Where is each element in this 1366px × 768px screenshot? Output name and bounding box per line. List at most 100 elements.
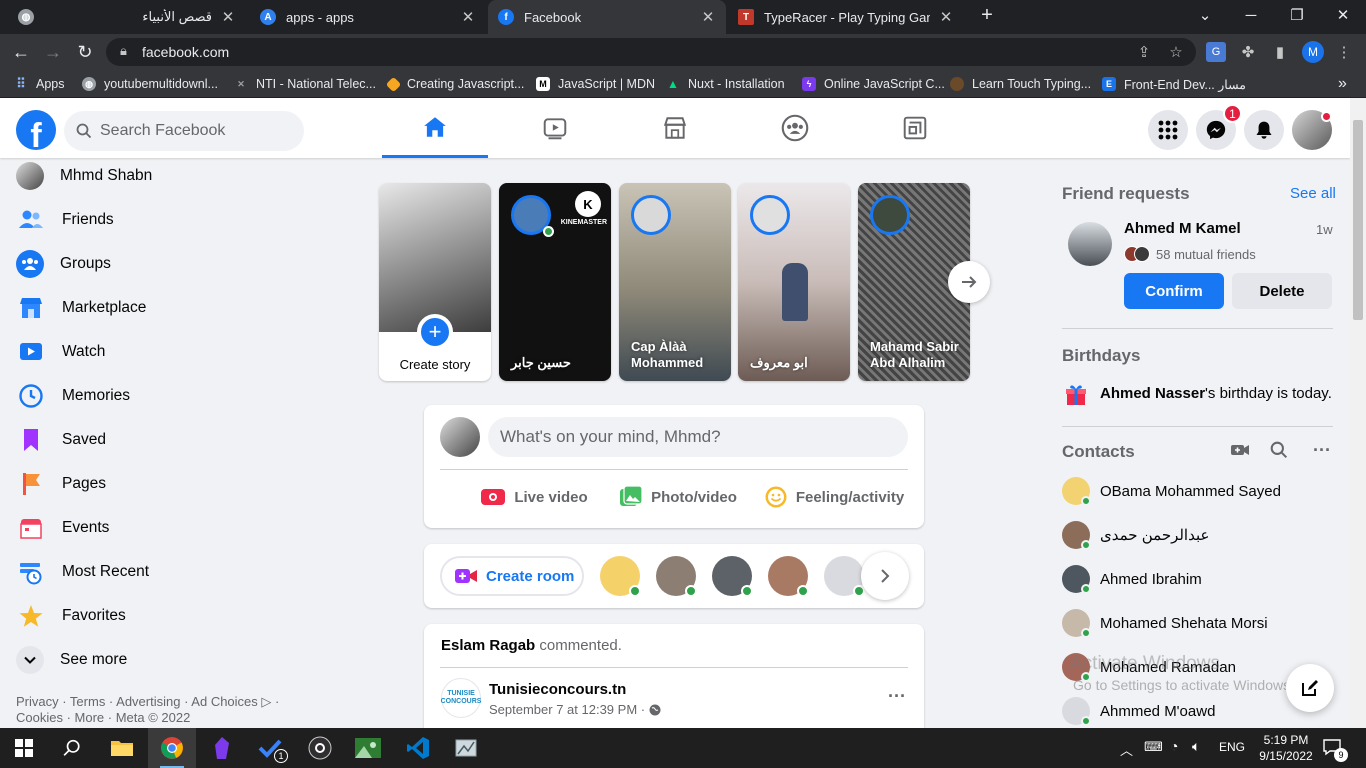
notifications-button[interactable]: [1244, 110, 1284, 150]
page-scrollbar[interactable]: [1350, 98, 1366, 728]
messenger-button[interactable]: 1: [1196, 104, 1242, 150]
sidebar-item-marketplace[interactable]: Marketplace: [8, 286, 348, 330]
page-logo[interactable]: TUNISIE CONCOURS: [441, 678, 481, 718]
contact-item[interactable]: OBama Mohammed Sayed: [1062, 471, 1342, 511]
tab-qisas[interactable]: ◍ قصص الأنبياء ✕: [8, 0, 246, 34]
contact-item[interactable]: عبدالرحمن حمدى: [1062, 515, 1342, 555]
input-method-icon[interactable]: ⌨: [1144, 739, 1163, 755]
todo-taskbar-button[interactable]: 1: [246, 728, 294, 768]
bookmark-youtubemultidownloader[interactable]: ◍ youtubemultidownl...: [82, 75, 218, 93]
create-story-card[interactable]: + Create story: [379, 183, 491, 381]
sidebar-item-groups[interactable]: Groups: [8, 242, 348, 286]
obsidian-taskbar-button[interactable]: [198, 728, 246, 768]
sidebar-item-see-more[interactable]: See more: [8, 638, 348, 682]
clock[interactable]: 5:19 PM 9/15/2022: [1256, 732, 1316, 764]
confirm-button[interactable]: Confirm: [1124, 273, 1224, 309]
new-room-icon[interactable]: [1230, 441, 1252, 463]
scrollbar-thumb[interactable]: [1353, 120, 1363, 320]
new-tab-button[interactable]: +: [964, 0, 1010, 30]
friend-request-avatar[interactable]: [1068, 222, 1112, 266]
bookmark-javascript-mdn[interactable]: M JavaScript | MDN: [536, 75, 655, 93]
language-indicator[interactable]: ENG: [1219, 740, 1245, 754]
tab-marketplace[interactable]: [622, 98, 728, 158]
friend-request-name[interactable]: Ahmed M Kamel: [1124, 220, 1241, 237]
sidebar-item-watch[interactable]: Watch: [8, 330, 348, 374]
room-contact-avatar[interactable]: [600, 556, 641, 597]
tab-groups[interactable]: [742, 98, 848, 158]
contact-item[interactable]: Mohamed Shehata Morsi: [1062, 603, 1342, 643]
back-icon[interactable]: ←: [6, 37, 36, 67]
side-panel-icon[interactable]: ▮: [1270, 42, 1290, 62]
close-icon[interactable]: ✕: [700, 8, 716, 26]
bookmark-front-end-dev[interactable]: E Front-End Dev... مسار: [1102, 75, 1246, 93]
birthday-text[interactable]: Ahmed Nasser's birthday is today.: [1100, 385, 1332, 402]
vscode-taskbar-button[interactable]: [394, 728, 442, 768]
see-all-link[interactable]: See all: [1290, 185, 1336, 202]
post-options-button[interactable]: ···: [888, 686, 906, 707]
address-bar[interactable]: 🔒︎ facebook.com: [106, 38, 1196, 66]
delete-button[interactable]: Delete: [1232, 273, 1332, 309]
create-room-button[interactable]: Create room: [440, 556, 584, 596]
post-meta[interactable]: September 7 at 12:39 PM ·: [489, 702, 661, 717]
search-box[interactable]: [64, 111, 304, 151]
footer-links-line1[interactable]: Privacy · Terms · Advertising · Ad Choic…: [16, 694, 286, 710]
taskbar-search-button[interactable]: [48, 728, 96, 768]
share-icon[interactable]: ⇪: [1134, 42, 1154, 62]
search-icon[interactable]: [1270, 441, 1292, 463]
account-avatar[interactable]: [1292, 110, 1332, 150]
reload-icon[interactable]: ↻: [70, 37, 100, 67]
room-contact-avatar[interactable]: [824, 556, 865, 597]
bookmark-apps[interactable]: ⠿ Apps: [14, 75, 64, 93]
bookmark-online-javascript[interactable]: ϟ Online JavaScript C...: [802, 75, 945, 93]
footer-links[interactable]: Privacy · Terms · Advertising · Ad Choic…: [16, 694, 286, 726]
sidebar-item-most-recent[interactable]: Most Recent: [8, 550, 348, 594]
stories-next-button[interactable]: [948, 261, 990, 303]
obs-taskbar-button[interactable]: [296, 728, 344, 768]
chrome-menu-icon[interactable]: ⋮: [1334, 42, 1354, 62]
feeling-activity-button[interactable]: Feeling/activity: [754, 477, 914, 517]
chrome-taskbar-button[interactable]: [148, 728, 196, 768]
extensions-icon[interactable]: ✤: [1238, 42, 1258, 62]
new-message-button[interactable]: [1286, 664, 1334, 712]
room-contact-avatar[interactable]: [768, 556, 809, 597]
start-button[interactable]: [0, 728, 48, 768]
bookmark-creating-javascript[interactable]: Creating Javascript...: [385, 75, 524, 93]
sidebar-item-memories[interactable]: Memories: [8, 374, 348, 418]
translate-extension-icon[interactable]: G: [1206, 42, 1226, 62]
room-contact-avatar[interactable]: [656, 556, 697, 597]
story-card[interactable]: K KINEMASTER حسين جابر: [499, 183, 611, 381]
avatar[interactable]: [440, 417, 480, 457]
footer-links-line2[interactable]: Cookies · More · Meta © 2022: [16, 710, 286, 726]
plus-icon[interactable]: +: [417, 314, 453, 350]
snipping-taskbar-button[interactable]: [442, 728, 490, 768]
wifi-icon[interactable]: ◔: [1170, 738, 1178, 754]
bookmark-learn-touch-typing[interactable]: Learn Touch Typing...: [950, 75, 1091, 93]
sidebar-item-profile[interactable]: Mhmd Shabn: [8, 154, 348, 198]
room-contact-avatar[interactable]: [712, 556, 753, 597]
bookmark-nti[interactable]: ✕ NTI - National Telec...: [234, 75, 376, 93]
restore-icon[interactable]: ❐: [1274, 0, 1320, 30]
app-taskbar-button[interactable]: [344, 728, 392, 768]
forward-icon[interactable]: →: [38, 37, 68, 67]
tab-home[interactable]: [382, 98, 488, 158]
sidebar-item-saved[interactable]: Saved: [8, 418, 348, 462]
contact-item[interactable]: Ahmed Ibrahim: [1062, 559, 1342, 599]
close-icon[interactable]: ✕: [938, 8, 954, 26]
photo-video-button[interactable]: Photo/video: [608, 477, 748, 517]
more-options-icon[interactable]: ···: [1313, 440, 1331, 461]
tab-facebook[interactable]: f Facebook ✕: [488, 0, 726, 34]
tab-apps[interactable]: A apps - apps ✕: [250, 0, 486, 34]
sidebar-item-favorites[interactable]: Favorites: [8, 594, 348, 638]
minimize-icon[interactable]: ─: [1228, 0, 1274, 30]
story-card[interactable]: ابو معروف: [738, 183, 850, 381]
bookmark-star-icon[interactable]: ☆: [1166, 42, 1186, 62]
rooms-next-button[interactable]: [861, 552, 909, 600]
window-close-icon[interactable]: ✕: [1320, 0, 1366, 30]
live-video-button[interactable]: Live video: [454, 477, 614, 517]
composer-input[interactable]: What's on your mind, Mhmd?: [488, 417, 908, 457]
story-card[interactable]: Cap Àlàà Mohammed: [619, 183, 731, 381]
volume-icon[interactable]: 🔈︎: [1192, 738, 1200, 755]
facebook-logo[interactable]: f: [16, 110, 56, 150]
file-explorer-button[interactable]: [98, 728, 146, 768]
bookmark-nuxt-installation[interactable]: ▲ Nuxt - Installation: [666, 75, 785, 93]
